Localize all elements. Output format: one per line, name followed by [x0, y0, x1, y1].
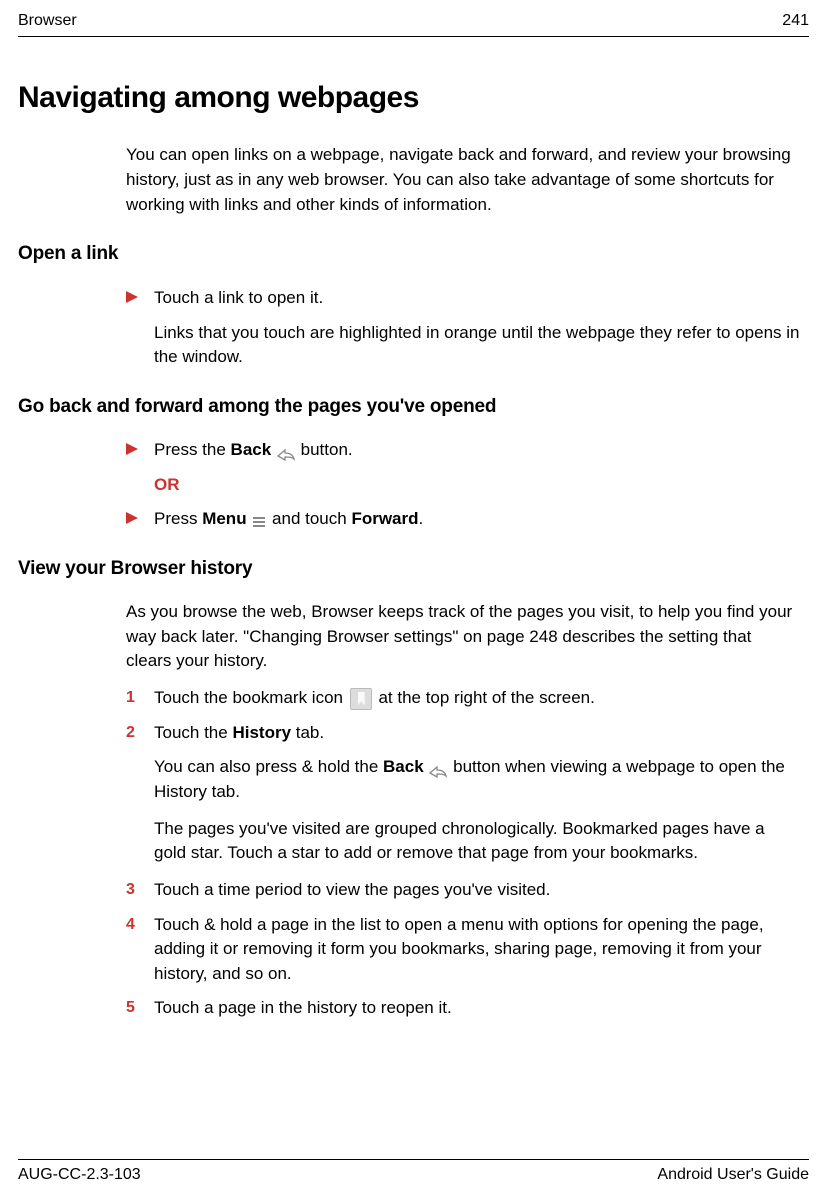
- step-text: Touch a page in the history to reopen it…: [154, 996, 801, 1021]
- step-text: Touch the History tab.: [154, 721, 801, 746]
- step-number: 2: [126, 721, 154, 744]
- menu-icon: [251, 512, 267, 526]
- text-part: .: [419, 509, 424, 528]
- footer-left: AUG-CC-2.3-103: [18, 1164, 141, 1186]
- bullet-item: Press the Back button.: [126, 438, 801, 463]
- or-label: OR: [154, 473, 801, 497]
- step-text: Touch & hold a page in the list to open …: [154, 913, 801, 987]
- text-part: Press: [154, 509, 202, 528]
- heading-go-back: Go back and forward among the pages you'…: [18, 394, 809, 421]
- text-bold: Back: [383, 757, 424, 776]
- numbered-item-2: 2 Touch the History tab.: [126, 721, 801, 746]
- text-part: at the top right of the screen.: [374, 688, 595, 707]
- sub-text: You can also press & hold the Back butto…: [154, 755, 801, 804]
- triangle-bullet-icon: [126, 286, 154, 309]
- bullet-text: Press Menu and touch Forward.: [154, 507, 801, 532]
- triangle-bullet-icon: [126, 438, 154, 461]
- step-number: 1: [126, 686, 154, 709]
- sub-text: Links that you touch are highlighted in …: [154, 321, 801, 370]
- triangle-bullet-icon: [126, 507, 154, 530]
- step-number: 3: [126, 878, 154, 901]
- page-header: Browser 241: [18, 10, 809, 37]
- step-text: Touch the bookmark icon at the top right…: [154, 686, 801, 711]
- header-page-number: 241: [782, 10, 809, 32]
- intro-paragraph: You can open links on a webpage, navigat…: [126, 143, 801, 217]
- text-bold: Forward: [351, 509, 418, 528]
- page-footer: AUG-CC-2.3-103 Android User's Guide: [18, 1159, 809, 1186]
- bullet-text: Touch a link to open it.: [154, 286, 801, 311]
- page-title: Navigating among webpages: [18, 77, 809, 119]
- text-bold: Back: [231, 440, 272, 459]
- bookmark-icon: [350, 688, 372, 710]
- step-number: 4: [126, 913, 154, 936]
- heading-open-link: Open a link: [18, 241, 809, 268]
- text-bold: History: [232, 723, 291, 742]
- text-part: You can also press & hold the: [154, 757, 383, 776]
- numbered-item-1: 1 Touch the bookmark icon at the top rig…: [126, 686, 801, 711]
- step-text: Touch a time period to view the pages yo…: [154, 878, 801, 903]
- heading-history: View your Browser history: [18, 556, 809, 583]
- bullet-item: Touch a link to open it.: [126, 286, 801, 311]
- numbered-item-4: 4 Touch & hold a page in the list to ope…: [126, 913, 801, 987]
- back-arrow-icon: [276, 444, 296, 458]
- text-part: button.: [296, 440, 353, 459]
- back-arrow-icon: [428, 761, 448, 775]
- text-part: Touch the: [154, 723, 232, 742]
- text-part: tab.: [291, 723, 324, 742]
- open-link-content: Touch a link to open it. Links that you …: [126, 286, 801, 370]
- bullet-item: Press Menu and touch Forward.: [126, 507, 801, 532]
- page: Browser 241 Navigating among webpages Yo…: [0, 0, 827, 1196]
- text-part: Touch the bookmark icon: [154, 688, 348, 707]
- header-section: Browser: [18, 10, 77, 32]
- text-bold: Menu: [202, 509, 246, 528]
- sub-text: The pages you've visited are grouped chr…: [154, 817, 801, 866]
- text-part: and touch: [267, 509, 351, 528]
- history-content: As you browse the web, Browser keeps tra…: [126, 600, 801, 1021]
- step-number: 5: [126, 996, 154, 1019]
- text-part: Press the: [154, 440, 231, 459]
- numbered-item-5: 5 Touch a page in the history to reopen …: [126, 996, 801, 1021]
- footer-right: Android User's Guide: [657, 1164, 809, 1186]
- history-intro: As you browse the web, Browser keeps tra…: [126, 600, 801, 674]
- go-back-content: Press the Back button. OR Press Menu: [126, 438, 801, 531]
- numbered-item-3: 3 Touch a time period to view the pages …: [126, 878, 801, 903]
- bullet-text: Press the Back button.: [154, 438, 801, 463]
